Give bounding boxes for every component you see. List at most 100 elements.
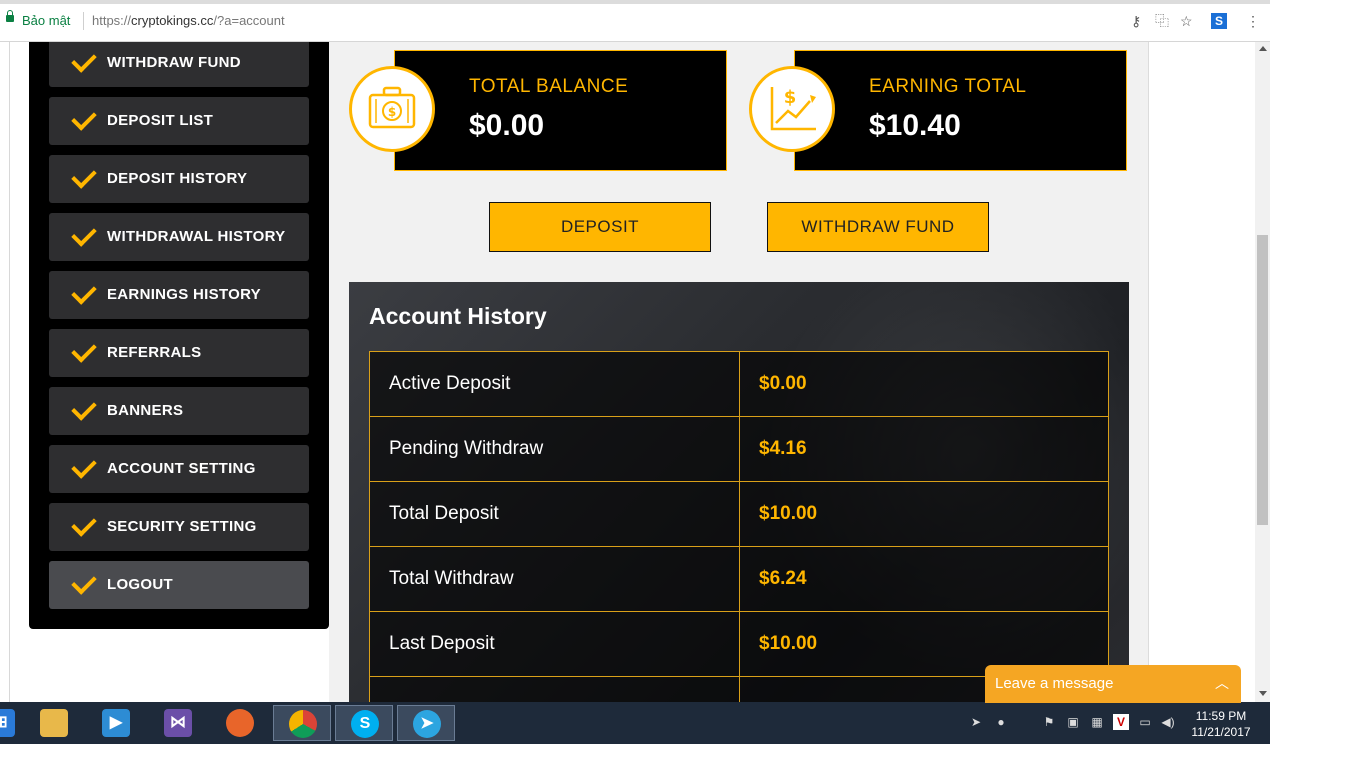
table-row: Total Deposit $10.00 — [369, 481, 1109, 547]
check-icon — [71, 337, 97, 363]
sidebar-item-label: DEPOSIT LIST — [107, 112, 214, 129]
scroll-up-arrow-icon[interactable] — [1259, 46, 1267, 51]
translate-icon[interactable]: ⿻ — [1155, 12, 1169, 30]
card-title: TOTAL BALANCE — [469, 76, 629, 97]
tray-display-icon[interactable]: ▭ — [1137, 714, 1153, 730]
url-host: cryptokings.cc — [131, 13, 214, 28]
sidebar-item-label: BANNERS — [107, 402, 184, 419]
url-path: /?a=account — [213, 13, 285, 28]
check-icon — [71, 395, 97, 421]
page-scrollbar[interactable] — [1255, 42, 1270, 702]
extension-icon[interactable]: S — [1211, 13, 1227, 29]
sidebar-item-label: SECURITY SETTING — [107, 518, 257, 535]
row-label: Total Withdraw — [369, 546, 740, 612]
row-label: Total Deposit — [369, 481, 740, 547]
skype-icon: S — [351, 710, 379, 738]
row-value: $6.24 — [739, 546, 1109, 612]
taskbar-telegram[interactable]: ➤ — [397, 705, 455, 741]
tray-v-icon[interactable]: V — [1113, 714, 1129, 730]
leave-message-widget[interactable]: Leave a message ︿ — [985, 665, 1241, 703]
check-icon — [71, 163, 97, 189]
scroll-down-arrow-icon[interactable] — [1259, 691, 1267, 696]
row-label: Last Deposit — [369, 611, 740, 677]
taskbar-media-player[interactable]: ▶ — [87, 705, 145, 741]
sidebar-item-earnings-history[interactable]: EARNINGS HISTORY — [49, 271, 309, 319]
svg-text:$: $ — [388, 105, 396, 119]
tray-flag-icon[interactable]: ⚑ — [1041, 714, 1057, 730]
menu-kebab-icon[interactable]: ⋮ — [1246, 12, 1260, 30]
taskbar-firefox[interactable] — [211, 705, 269, 741]
sidebar-item-label: WITHDRAW FUND — [107, 54, 241, 71]
check-icon — [71, 511, 97, 537]
table-row: Active Deposit $0.00 — [369, 351, 1109, 417]
key-icon[interactable]: ⚷ — [1131, 12, 1141, 30]
tray-speaker-icon[interactable]: ◀) — [1160, 714, 1176, 730]
account-history-panel: Account History Active Deposit $0.00 Pen… — [349, 282, 1129, 702]
section-title: Account History — [369, 303, 547, 329]
taskbar-clock[interactable]: 11:59 PM 11/21/2017 — [1184, 708, 1258, 740]
sidebar-item-withdrawal-history[interactable]: WITHDRAWAL HISTORY — [49, 213, 309, 261]
check-icon — [71, 569, 97, 595]
sidebar-item-banners[interactable]: BANNERS — [49, 387, 309, 435]
windows-start-icon: ⊞ — [0, 709, 15, 737]
sidebar-item-account-setting[interactable]: ACCOUNT SETTING — [49, 445, 309, 493]
taskbar-chrome[interactable] — [273, 705, 331, 741]
browser-address-bar: Bảo mật https://cryptokings.cc/?a=accoun… — [0, 0, 1270, 42]
check-icon — [71, 221, 97, 247]
sidebar-item-security-setting[interactable]: SECURITY SETTING — [49, 503, 309, 551]
lock-icon[interactable] — [6, 10, 14, 22]
sidebar-item-deposit-list[interactable]: DEPOSIT LIST — [49, 97, 309, 145]
sidebar-item-label: REFERRALS — [107, 344, 202, 361]
tray-nvidia-icon[interactable]: ▣ — [1065, 714, 1081, 730]
table-row: Pending Withdraw $4.16 — [369, 416, 1109, 482]
card-title: EARNING TOTAL — [869, 76, 1027, 97]
tab-strip — [0, 0, 1270, 4]
bookmark-star-icon[interactable]: ☆ — [1180, 12, 1193, 30]
card-value: $0.00 — [469, 109, 545, 142]
earning-total-card: EARNING TOTAL $10.40 — [794, 50, 1127, 171]
growth-chart-icon: $ — [749, 66, 835, 152]
visual-studio-icon: ⋈ — [164, 709, 192, 737]
tray-network-icon[interactable]: ▦ — [1089, 714, 1105, 730]
withdraw-fund-button[interactable]: WITHDRAW FUND — [767, 202, 989, 252]
sidebar-item-deposit-history[interactable]: DEPOSIT HISTORY — [49, 155, 309, 203]
address-separator — [83, 12, 84, 30]
sidebar-item-referrals[interactable]: REFERRALS — [49, 329, 309, 377]
url-field[interactable]: https://cryptokings.cc/?a=account — [92, 13, 285, 28]
svg-text:$: $ — [784, 87, 797, 108]
row-value: $10.00 — [739, 481, 1109, 547]
taskbar-file-explorer[interactable] — [25, 705, 83, 741]
sidebar-item-label: ACCOUNT SETTING — [107, 460, 256, 477]
secure-label[interactable]: Bảo mật — [22, 13, 70, 28]
account-sidebar: WITHDRAW FUND DEPOSIT LIST DEPOSIT HISTO… — [29, 42, 329, 629]
sidebar-item-logout[interactable]: LOGOUT — [49, 561, 309, 609]
sidebar-item-withdraw-fund[interactable]: WITHDRAW FUND — [49, 42, 309, 87]
deposit-button[interactable]: DEPOSIT — [489, 202, 711, 252]
check-icon — [71, 105, 97, 131]
tray-telegram-icon[interactable]: ➤ — [968, 714, 984, 730]
check-icon — [71, 279, 97, 305]
check-icon — [71, 453, 97, 479]
folder-icon — [40, 709, 68, 737]
card-value: $10.40 — [869, 109, 961, 142]
row-value: $0.00 — [739, 351, 1109, 417]
windows-taskbar: ⊞ ▶ ⋈ S ➤ ➤ ● ⚑ ▣ ▦ V ▭ ◀) 11:59 PM 11/2… — [0, 702, 1270, 744]
chevron-up-icon[interactable]: ︿ — [1215, 673, 1229, 693]
media-player-icon: ▶ — [102, 709, 130, 737]
sidebar-item-label: WITHDRAWAL HISTORY — [107, 228, 286, 245]
row-label-cut-off — [369, 676, 740, 702]
tray-green-icon[interactable]: ● — [993, 714, 1009, 730]
taskbar-visual-studio[interactable]: ⋈ — [149, 705, 207, 741]
firefox-icon — [226, 709, 254, 737]
check-icon — [71, 47, 97, 73]
clock-date: 11/21/2017 — [1191, 725, 1251, 739]
page-border — [9, 42, 10, 702]
sidebar-item-label: LOGOUT — [107, 576, 173, 593]
scroll-thumb[interactable] — [1257, 235, 1268, 525]
row-label: Active Deposit — [369, 351, 740, 417]
taskbar-skype[interactable]: S — [335, 705, 393, 741]
url-prefix: https:// — [92, 13, 132, 28]
row-label: Pending Withdraw — [369, 416, 740, 482]
telegram-icon: ➤ — [413, 710, 441, 738]
row-value: $4.16 — [739, 416, 1109, 482]
